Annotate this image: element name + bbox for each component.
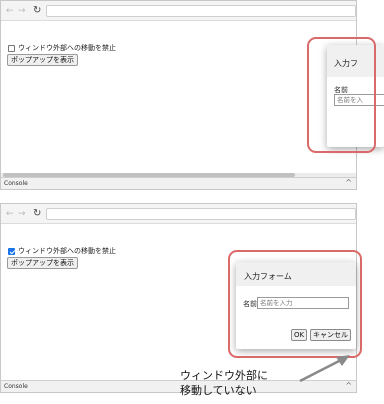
address-bar[interactable] xyxy=(46,5,356,17)
popup-dialog-inside[interactable]: 入力フォーム 名前 名前を入力 OK キャンセル xyxy=(236,262,356,349)
browser-panel-before: ← → ↻ ウィンドウ外部への移動を禁止 ポップアップを表示 Console ^ xyxy=(0,0,357,190)
back-arrow-icon[interactable]: ← xyxy=(6,5,14,17)
restrict-move-checkbox[interactable] xyxy=(8,247,15,255)
show-popup-button[interactable]: ポップアップを表示 xyxy=(7,257,78,269)
name-label: 名前 xyxy=(243,300,257,308)
reload-icon[interactable]: ↻ xyxy=(33,5,41,17)
name-input[interactable]: 名前を入力 xyxy=(257,297,349,309)
console-bar[interactable]: Console ^ xyxy=(1,380,356,392)
console-bar[interactable]: Console ^ xyxy=(1,177,356,189)
console-label: Console xyxy=(4,383,28,390)
console-label: Console xyxy=(4,180,28,187)
cancel-button[interactable]: キャンセル xyxy=(310,329,351,341)
chevron-up-icon[interactable]: ^ xyxy=(345,381,352,391)
restrict-move-checkbox[interactable] xyxy=(8,44,15,52)
popup-dialog-outside[interactable]: 入力フ 名前 名前を入 xyxy=(327,45,384,147)
restrict-move-label: ウィンドウ外部への移動を禁止 xyxy=(18,44,116,52)
chevron-up-icon[interactable]: ^ xyxy=(345,178,352,188)
forward-arrow-icon[interactable]: → xyxy=(18,5,26,17)
back-arrow-icon[interactable]: ← xyxy=(6,208,14,220)
dialog-title: 入力フ xyxy=(334,59,358,68)
restrict-move-option[interactable]: ウィンドウ外部への移動を禁止 xyxy=(8,246,116,256)
forward-arrow-icon[interactable]: → xyxy=(18,208,26,220)
annotation-line-2: 移動していない xyxy=(180,384,257,397)
restrict-move-option[interactable]: ウィンドウ外部への移動を禁止 xyxy=(8,43,116,53)
name-input[interactable]: 名前を入 xyxy=(334,94,384,106)
browser-toolbar: ← → ↻ xyxy=(1,1,356,21)
show-popup-button[interactable]: ポップアップを表示 xyxy=(7,54,78,66)
dialog-title: 入力フォーム xyxy=(244,272,292,281)
restrict-move-label: ウィンドウ外部への移動を禁止 xyxy=(18,247,116,255)
ok-button[interactable]: OK xyxy=(291,329,308,341)
page-content: ウィンドウ外部への移動を禁止 ポップアップを表示 xyxy=(1,21,356,177)
reload-icon[interactable]: ↻ xyxy=(33,208,41,220)
address-bar[interactable] xyxy=(46,208,356,220)
annotation-line-1: ウィンドウ外部に xyxy=(180,369,268,382)
annotation-text: ウィンドウ外部に 移動していない xyxy=(180,368,268,398)
browser-toolbar: ← → ↻ xyxy=(1,204,356,224)
